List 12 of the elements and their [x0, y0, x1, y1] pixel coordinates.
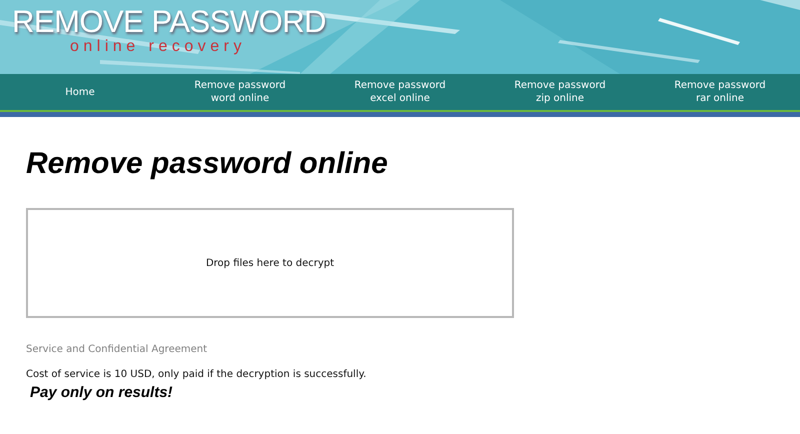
logo-title: REMOVE PASSWORD	[12, 6, 326, 38]
nav-link[interactable]: Remove password word online	[160, 74, 320, 110]
nav-link[interactable]: Remove password zip online	[480, 74, 640, 110]
nav-link[interactable]: Remove password rar online	[640, 74, 800, 110]
slogan-text: Pay only on results!	[30, 384, 174, 401]
cost-text: Cost of service is 10 USD, only paid if the decryption is successfully.	[26, 369, 368, 380]
page-heading: Remove password online	[26, 147, 389, 181]
nav-link[interactable]: Remove password excel online	[320, 74, 480, 110]
agreement-link[interactable]: Service and Confidential Agreement	[26, 344, 208, 355]
nav-link[interactable]: Home	[0, 74, 160, 110]
drop-zone[interactable]: Drop files here to decrypt	[26, 208, 514, 318]
logo-subtitle: online recovery	[70, 38, 247, 56]
